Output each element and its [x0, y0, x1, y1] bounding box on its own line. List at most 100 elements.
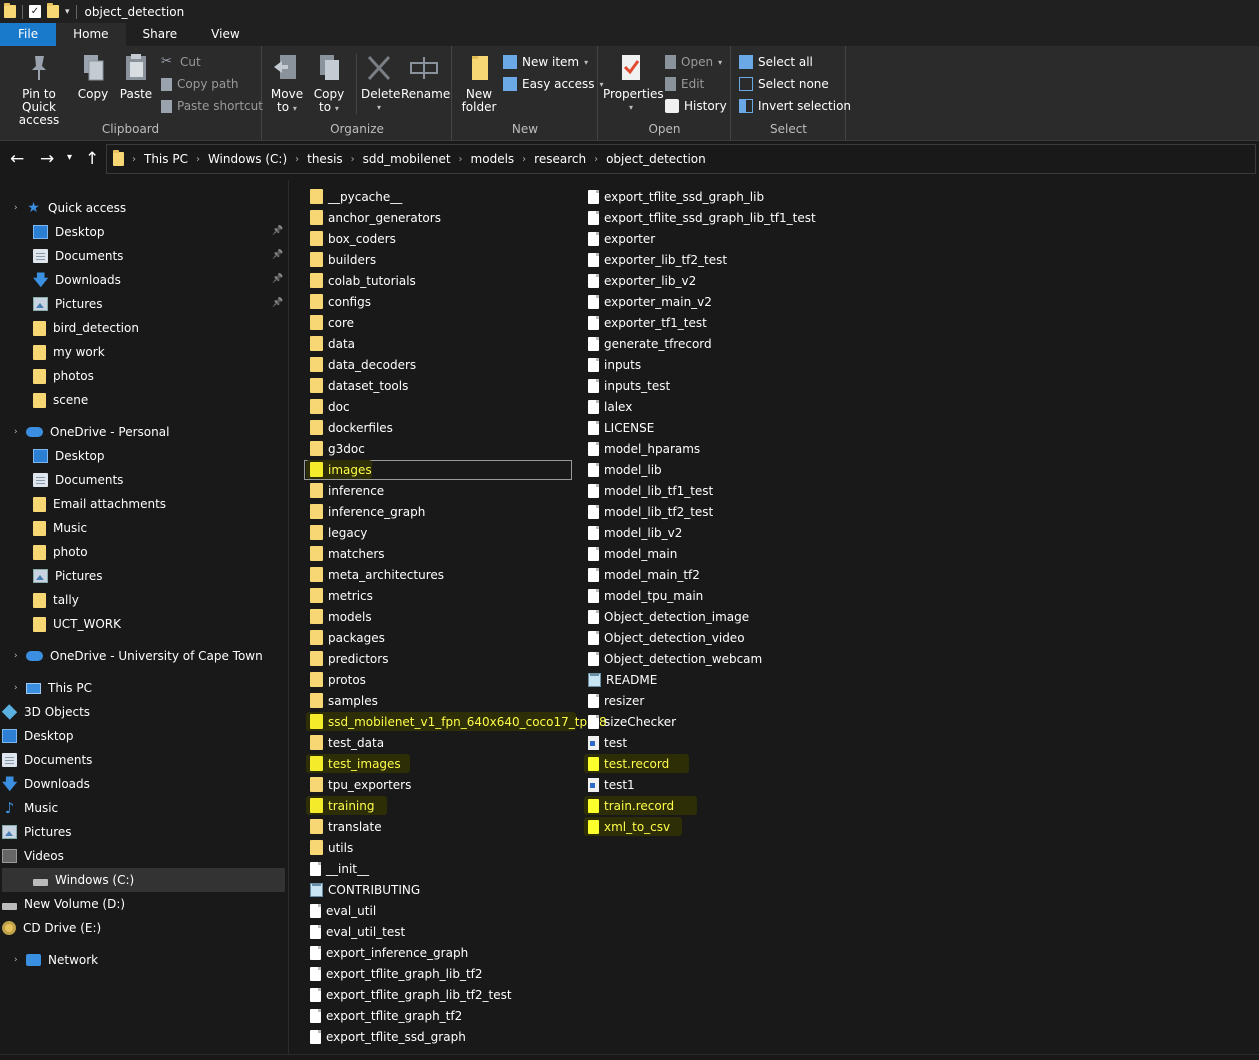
file-item[interactable]: model_main_tf2	[588, 564, 700, 585]
move-to-button[interactable]: Move to ▾	[269, 52, 305, 115]
tab-share[interactable]: Share	[126, 23, 195, 46]
sidebar-item-pictures[interactable]: Pictures	[2, 820, 72, 844]
sidebar-item-pictures[interactable]: Pictures	[33, 292, 103, 316]
file-item[interactable]: resizer	[588, 690, 644, 711]
breadcrumb-sdd-mobilenet[interactable]: sdd_mobilenet	[363, 152, 451, 166]
file-item[interactable]: lalex	[588, 396, 632, 417]
sidebar-item-documents[interactable]: Documents	[33, 244, 123, 268]
file-item[interactable]: sizeChecker	[588, 711, 676, 732]
pin-to-quick-access-button[interactable]: Pin to Quick access	[4, 52, 74, 127]
sidebar-item-cd-drive-e-[interactable]: CD Drive (E:)	[2, 916, 101, 940]
expand-chevron-icon[interactable]: ›	[14, 427, 18, 437]
expand-chevron-icon[interactable]: ›	[14, 683, 18, 693]
file-item[interactable]: exporter_main_v2	[588, 291, 712, 312]
folder-item[interactable]: g3doc	[310, 438, 365, 459]
onedrive-personal[interactable]: › OneDrive - Personal	[14, 420, 169, 444]
folder-item[interactable]: translate	[310, 816, 382, 837]
this-pc[interactable]: › This PC	[14, 676, 92, 700]
tab-home[interactable]: Home	[56, 23, 126, 46]
breadcrumb-separator[interactable]: ›	[520, 154, 528, 165]
breadcrumb-separator[interactable]: ›	[194, 154, 202, 165]
sidebar-item-windows-c-[interactable]: Windows (C:)	[2, 868, 285, 892]
copy-to-button[interactable]: Copy to ▾	[311, 52, 347, 115]
file-item[interactable]: model_main	[588, 543, 677, 564]
breadcrumb-separator[interactable]: ›	[349, 154, 357, 165]
file-item[interactable]: export_inference_graph	[310, 942, 468, 963]
network[interactable]: › Network	[14, 948, 98, 972]
file-item[interactable]: inputs_test	[588, 375, 670, 396]
back-arrow-icon[interactable]: ←	[10, 149, 24, 169]
sidebar-item-documents[interactable]: Documents	[33, 468, 123, 492]
folder-item[interactable]: test_data	[310, 732, 384, 753]
folder-item[interactable]: data_decoders	[310, 354, 416, 375]
address-bar[interactable]: › This PC › Windows (C:) › thesis › sdd_…	[106, 144, 1256, 174]
file-item[interactable]: exporter_lib_v2	[588, 270, 696, 291]
breadcrumb-separator[interactable]: ›	[457, 154, 465, 165]
sidebar-item-scene[interactable]: scene	[33, 388, 88, 412]
paste-shortcut-button[interactable]: Paste shortcut	[161, 96, 263, 116]
file-item[interactable]: Object_detection_webcam	[588, 648, 762, 669]
breadcrumb-separator[interactable]: ›	[130, 154, 138, 165]
edit-button[interactable]: Edit	[665, 74, 704, 94]
quick-access[interactable]: › ★ Quick access	[14, 196, 126, 220]
open-button[interactable]: Open ▾	[665, 52, 722, 72]
file-item[interactable]: model_lib_tf2_test	[588, 501, 713, 522]
file-item[interactable]: model_hparams	[588, 438, 700, 459]
expand-chevron-icon[interactable]: ›	[14, 651, 18, 661]
file-item[interactable]: export_tflite_graph_lib_tf2_test	[310, 984, 512, 1005]
file-item[interactable]: model_lib_v2	[588, 522, 682, 543]
file-item[interactable]: generate_tfrecord	[588, 333, 712, 354]
sidebar-item-photos[interactable]: photos	[33, 364, 94, 388]
sidebar-item-documents[interactable]: Documents	[2, 748, 92, 772]
sidebar-item-bird-detection[interactable]: bird_detection	[33, 316, 139, 340]
forward-arrow-icon[interactable]: →	[40, 149, 54, 169]
tab-file[interactable]: File	[0, 23, 57, 46]
sidebar-item-desktop[interactable]: Desktop	[33, 444, 105, 468]
file-item[interactable]: exporter	[588, 228, 655, 249]
file-item[interactable]: Object_detection_video	[588, 627, 745, 648]
file-item[interactable]: eval_util	[310, 900, 376, 921]
expand-chevron-icon[interactable]: ›	[14, 955, 18, 965]
file-item[interactable]: inputs	[588, 354, 641, 375]
folder-item[interactable]: inference	[310, 480, 384, 501]
file-item[interactable]: __init__	[310, 858, 369, 879]
properties-button[interactable]: Properties ▾	[603, 52, 664, 114]
sidebar-item-photo[interactable]: photo	[33, 540, 88, 564]
sidebar-item-new-volume-d-[interactable]: New Volume (D:)	[2, 892, 125, 916]
file-item[interactable]: export_tflite_graph_tf2	[310, 1005, 462, 1026]
onedrive-uct[interactable]: › OneDrive - University of Cape Town	[14, 644, 263, 668]
recent-locations-chevron-icon[interactable]: ▾	[67, 152, 72, 163]
folder-item[interactable]: core	[310, 312, 354, 333]
file-item[interactable]: exporter_tf1_test	[588, 312, 707, 333]
folder-item[interactable]: metrics	[310, 585, 373, 606]
rename-button[interactable]: Rename	[401, 52, 450, 101]
breadcrumb-models[interactable]: models	[471, 152, 515, 166]
file-item[interactable]: export_tflite_ssd_graph_lib_tf1_test	[588, 207, 816, 228]
folder-item[interactable]: data	[310, 333, 355, 354]
pane-divider[interactable]	[288, 180, 289, 1055]
folder-item[interactable]: protos	[310, 669, 366, 690]
folder-item[interactable]: packages	[310, 627, 385, 648]
folder-item[interactable]: predictors	[310, 648, 388, 669]
sidebar-item-uct-work[interactable]: UCT_WORK	[33, 612, 121, 636]
folder-item[interactable]: colab_tutorials	[310, 270, 416, 291]
file-item[interactable]: LICENSE	[588, 417, 654, 438]
select-all-button[interactable]: Select all	[739, 52, 813, 72]
new-item-button[interactable]: New item ▾	[503, 52, 588, 72]
copy-button[interactable]: Copy	[76, 52, 110, 101]
folder-item[interactable]: meta_architectures	[310, 564, 444, 585]
properties-icon[interactable]: ✓	[29, 5, 41, 18]
folder-item[interactable]: matchers	[310, 543, 385, 564]
breadcrumb-this-pc[interactable]: This PC	[144, 152, 188, 166]
breadcrumb-separator[interactable]: ›	[592, 154, 600, 165]
file-item[interactable]: export_tflite_graph_lib_tf2	[310, 963, 483, 984]
file-item[interactable]: README	[588, 669, 657, 690]
file-item[interactable]: test.record	[588, 753, 670, 774]
file-item[interactable]: eval_util_test	[310, 921, 405, 942]
file-item[interactable]: train.record	[588, 795, 675, 816]
sidebar-item-pictures[interactable]: Pictures	[33, 564, 103, 588]
folder-item[interactable]: models	[310, 606, 372, 627]
sidebar-item-my-work[interactable]: my work	[33, 340, 105, 364]
sidebar-item-music[interactable]: Music	[33, 516, 87, 540]
folder-item[interactable]: __pycache__	[310, 186, 402, 207]
